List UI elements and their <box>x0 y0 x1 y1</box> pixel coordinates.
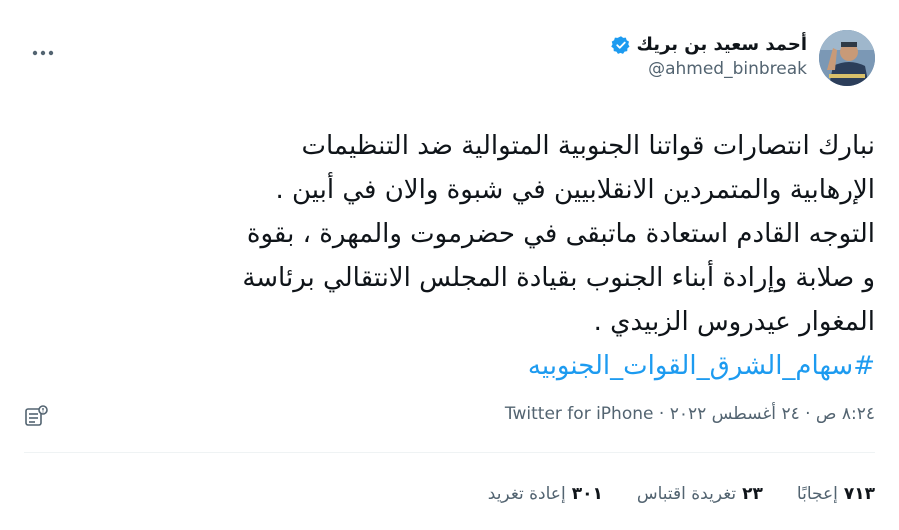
tweet-stats: ٣٠١ إعادة تغريد ٢٣ تغريدة اقتباس ٧١٣ إعج… <box>488 484 875 504</box>
retweets-count: ٣٠١ <box>571 484 603 504</box>
tweet-text-line: نبارك انتصارات قواتنا الجنوبية المتوالية… <box>301 131 875 161</box>
divider <box>24 452 875 453</box>
retweets-label: إعادة تغريد <box>487 484 566 504</box>
author-handle[interactable]: @ahmed_binbreak <box>611 59 807 79</box>
verified-badge-icon <box>610 35 630 54</box>
author-block: أحمد سعيد بن بريك @ahmed_binbreak <box>610 34 807 79</box>
more-dots-icon[interactable] <box>26 36 60 70</box>
retweets-stat[interactable]: ٣٠١ إعادة تغريد <box>488 484 603 504</box>
quotes-label: تغريدة اقتباس <box>636 484 737 504</box>
tweet-text-line: و صلابة وإرادة أبناء الجنوب بقيادة المجل… <box>242 263 875 293</box>
tweet-text-line: التوجه القادم استعادة ماتبقى في حضرموت و… <box>246 219 875 249</box>
tweet-header: أحمد سعيد بن بريك @ahmed_binbreak <box>24 24 875 94</box>
tweet-text-line: الإرهابية والمتمردين الانقلابيين في شبوة… <box>275 175 875 205</box>
author-display-name[interactable]: أحمد سعيد بن بريك <box>637 34 807 55</box>
quotes-count: ٢٣ <box>742 484 763 504</box>
timestamp-and-source[interactable]: ٨:٢٤ ص · ٢٤ أغسطس ٢٠٢٢ · Twitter for iPh… <box>505 404 875 424</box>
avatar[interactable] <box>819 30 875 86</box>
tweet-text-line: المغوار عيدروس الزبيدي . <box>593 307 875 337</box>
avatar-image <box>819 30 875 86</box>
quotes-stat[interactable]: ٢٣ تغريدة اقتباس <box>637 484 763 504</box>
hashtag-link[interactable]: #سهام_الشرق_القوات_الجنوبيه <box>24 344 875 388</box>
tweet-card: أحمد سعيد بن بريك @ahmed_binbreak نبارك … <box>0 0 899 530</box>
document-notes-icon[interactable] <box>24 404 50 428</box>
likes-stat[interactable]: ٧١٣ إعجابًا <box>797 484 875 504</box>
likes-count: ٧١٣ <box>843 484 875 504</box>
likes-label: إعجابًا <box>796 484 838 504</box>
tweet-text: نبارك انتصارات قواتنا الجنوبية المتوالية… <box>24 124 875 388</box>
tweet-meta: ٨:٢٤ ص · ٢٤ أغسطس ٢٠٢٢ · Twitter for iPh… <box>24 402 875 432</box>
